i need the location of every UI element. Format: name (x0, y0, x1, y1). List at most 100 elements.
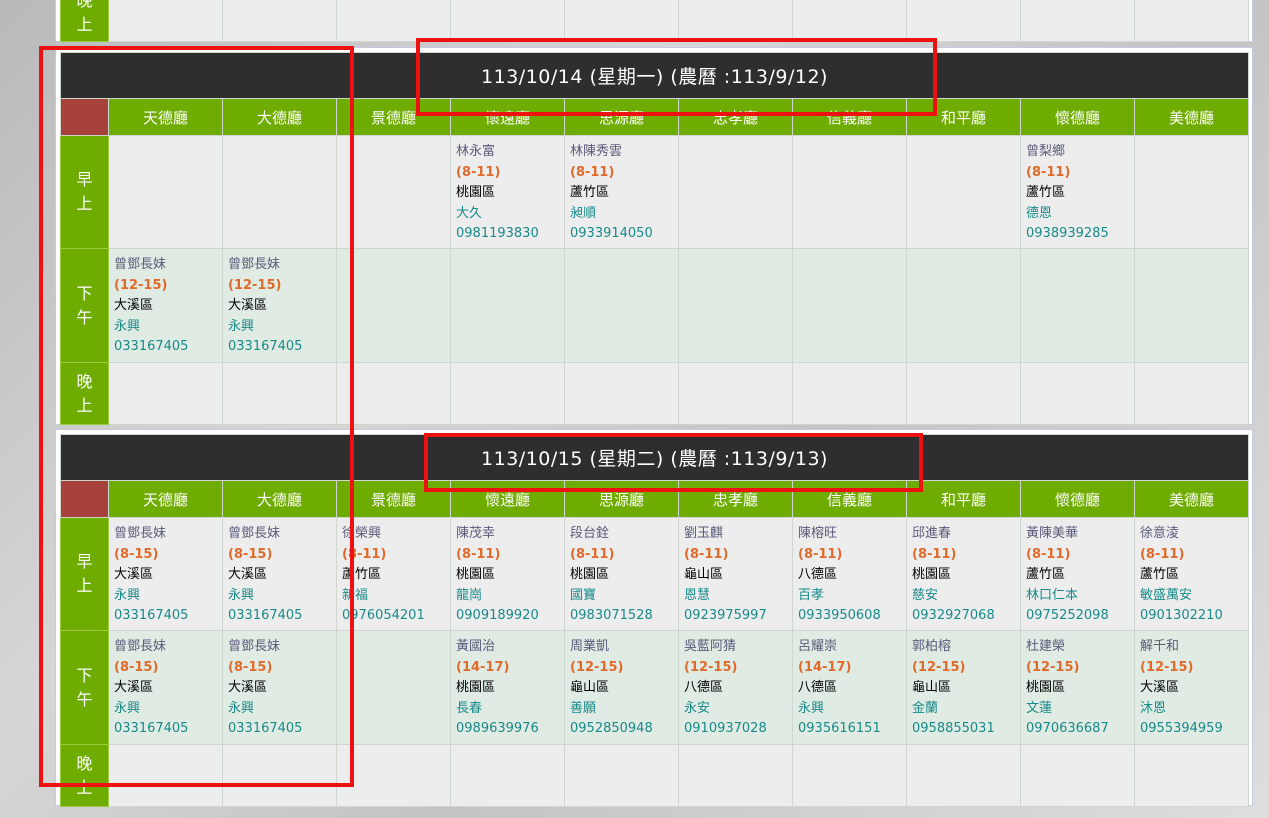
booking-entry[interactable]: 曾鄧長妹 (12-15) 大溪區 永興 033167405 (110, 250, 222, 358)
phone-number: 0933950608 (798, 608, 881, 623)
schedule-cell[interactable]: 段台銓 (8-11) 桃園區 國寶 0983071528 (564, 517, 679, 631)
schedule-cell (108, 744, 223, 807)
schedule-cell[interactable]: 林陳秀雲 (8-11) 蘆竹區 昶順 0933914050 (564, 135, 679, 249)
hall-header-row: 天德廳 大德廳 景德廳 懷遠廳 思源廳 忠孝廳 信義廳 和平廳 懷德廳 美德廳 (60, 480, 1249, 518)
schedule-cell[interactable]: 林永富 (8-11) 桃園區 大久 0981193830 (450, 135, 565, 249)
schedule-cell[interactable]: 黃陳美華 (8-11) 蘆竹區 林口仁本 0975252098 (1020, 517, 1135, 631)
schedule-cell[interactable]: 陳榕旺 (8-11) 八德區 百孝 0933950608 (792, 517, 907, 631)
booking-entry[interactable]: 林陳秀雲 (8-11) 蘆竹區 昶順 0933914050 (566, 137, 678, 245)
district: 桃園區 (1026, 680, 1066, 695)
row-afternoon: 下午曾鄧長妹 (8-15) 大溪區 永興 033167405 曾鄧長妹 (8-15) 大溪區永… (60, 630, 1249, 745)
schedule-cell[interactable]: 徐意淩 (8-11) 蘆竹區 敏盛萬安 0901302210 (1134, 517, 1249, 631)
schedule-cell[interactable]: 劉玉麒 (8-11) 龜山區 恩慧 0923975997 (678, 517, 793, 631)
booking-entry[interactable]: 曾鄧長妹 (8-15) 大溪區 永興 033167405 (110, 632, 222, 740)
booking-entry[interactable]: 曾鄧長妹 (8-15) 大溪區 永興 033167405 (224, 632, 336, 740)
village: 永興 (228, 587, 255, 603)
schedule-cell (222, 744, 337, 807)
period-label-evening: 晚上 (60, 744, 109, 807)
schedule-cell[interactable]: 呂耀崇 (14-17) 八德區 永興 0935616151 (792, 630, 907, 745)
booking-entry[interactable]: 杜建榮 (12-15) 桃園區 文蓮 0970636687 (1022, 632, 1134, 740)
schedule-cell[interactable]: 曾鄧長妹 (12-15) 大溪區 永興 033167405 (222, 248, 337, 363)
deceased-name: 劉玉麒 (684, 526, 724, 541)
hall-header[interactable]: 思源廳 (564, 480, 679, 518)
schedule-cell[interactable]: 曾梨鄉 (8-11) 蘆竹區 德恩 0938939285 (1020, 135, 1135, 249)
hall-header[interactable]: 天德廳 (108, 480, 223, 518)
phone-number: 0958855031 (912, 721, 995, 736)
booking-entry[interactable]: 吳藍阿猜 (12-15) 八德區 永安 0910937028 (680, 632, 792, 740)
hall-header[interactable]: 大德廳 (222, 98, 337, 136)
schedule-cell[interactable]: 解千和 (12-15) 大溪區 沐恩 0955394959 (1134, 630, 1249, 745)
hall-header[interactable]: 美德廳 (1134, 98, 1249, 136)
schedule-cell[interactable]: 曾鄧長妹 (8-15) 大溪區 永興 033167405 (108, 630, 223, 745)
booking-entry[interactable]: 曾鄧長妹 (12-15) 大溪區 永興 033167405 (224, 250, 336, 358)
district: 大溪區 (114, 567, 154, 582)
booking-entry[interactable]: 段台銓 (8-11) 桃園區 國寶 0983071528 (566, 519, 678, 627)
hall-header[interactable]: 天德廳 (108, 98, 223, 136)
booking-entry[interactable]: 黃陳美華 (8-11) 蘆竹區 林口仁本 0975252098 (1022, 519, 1134, 627)
schedule-cell (678, 248, 793, 363)
booking-entry[interactable]: 曾梨鄉 (8-11) 蘆竹區 德恩 0938939285 (1022, 137, 1134, 245)
schedule-cell[interactable]: 曾鄧長妹 (8-15) 大溪區 永興 033167405 (222, 517, 337, 631)
schedule-cell[interactable]: 吳藍阿猜 (12-15) 八德區 永安 0910937028 (678, 630, 793, 745)
district: 蘆竹區 (1140, 567, 1180, 582)
schedule-cell (1020, 0, 1135, 42)
hall-header[interactable]: 和平廳 (906, 480, 1021, 518)
row-afternoon: 下午曾鄧長妹 (12-15) 大溪區 永興 033167405 曾鄧長妹 (12-15) 大溪… (60, 248, 1249, 363)
hall-header[interactable]: 美德廳 (1134, 480, 1249, 518)
hall-header[interactable]: 和平廳 (906, 98, 1021, 136)
period-char: 午 (76, 689, 93, 709)
hall-header[interactable]: 懷德廳 (1020, 98, 1135, 136)
schedule-cell[interactable]: 曾鄧長妹 (8-15) 大溪區 永興 033167405 (108, 517, 223, 631)
previous-day-panel: 晚上 (55, 0, 1253, 42)
booking-entry[interactable]: 曾鄧長妹 (8-15) 大溪區 永興 033167405 (224, 519, 336, 627)
hall-header[interactable]: 景德廳 (336, 480, 451, 518)
booking-entry[interactable]: 黃國治 (14-17) 桃園區 長春 0989639976 (452, 632, 564, 740)
schedule-cell (564, 248, 679, 363)
booking-entry[interactable]: 林永富 (8-11) 桃園區 大久 0981193830 (452, 137, 564, 245)
schedule-cell[interactable]: 曾鄧長妹 (8-15) 大溪區 永興 033167405 (222, 630, 337, 745)
hall-header[interactable]: 懷德廳 (1020, 480, 1135, 518)
period-label-afternoon: 下午 (60, 248, 109, 363)
schedule-cell (1134, 248, 1249, 363)
village: 恩慧 (684, 587, 711, 603)
booking-entry[interactable]: 劉玉麒 (8-11) 龜山區 恩慧 0923975997 (680, 519, 792, 627)
schedule-cell[interactable]: 黃國治 (14-17) 桃園區 長春 0989639976 (450, 630, 565, 745)
hall-header[interactable]: 思源廳 (564, 98, 679, 136)
schedule-cell[interactable]: 郭柏榕 (12-15) 龜山區 金蘭 0958855031 (906, 630, 1021, 745)
hall-header[interactable]: 大德廳 (222, 480, 337, 518)
time-range: (12-15) (684, 659, 738, 675)
schedule-cell[interactable]: 曾鄧長妹 (12-15) 大溪區 永興 033167405 (108, 248, 223, 363)
hall-header[interactable]: 信義廳 (792, 480, 907, 518)
schedule-table-day-2: 113/10/15 (星期二) (農曆 :113/9/13) 天德廳 大德廳 景德廳懷… (60, 434, 1249, 807)
date-header: 113/10/15 (星期二) (農曆 :113/9/13) (60, 434, 1249, 481)
schedule-cell[interactable]: 杜建榮 (12-15) 桃園區 文蓮 0970636687 (1020, 630, 1135, 745)
booking-entry[interactable]: 陳茂幸 (8-11) 桃園區 龍崗 0909189920 (452, 519, 564, 627)
phone-number: 0909189920 (456, 608, 539, 623)
schedule-cell[interactable]: 徐榮興 (8-11) 蘆竹區 新福 0976054201 (336, 517, 451, 631)
booking-entry[interactable]: 郭柏榕 (12-15) 龜山區 金蘭 0958855031 (908, 632, 1020, 740)
hall-header[interactable]: 忠孝廳 (678, 98, 793, 136)
booking-entry[interactable]: 曾鄧長妹 (8-15) 大溪區 永興 033167405 (110, 519, 222, 627)
hall-header[interactable]: 懷遠廳 (450, 98, 565, 136)
hall-header[interactable]: 信義廳 (792, 98, 907, 136)
time-range: (8-11) (570, 164, 615, 180)
booking-entry[interactable]: 徐榮興 (8-11) 蘆竹區 新福 0976054201 (338, 519, 450, 627)
village: 沐恩 (1140, 700, 1167, 716)
booking-entry[interactable]: 解千和 (12-15) 大溪區 沐恩 0955394959 (1136, 632, 1248, 740)
phone-number: 033167405 (228, 721, 303, 736)
phone-number: 0983071528 (570, 608, 653, 623)
schedule-cell[interactable]: 陳茂幸 (8-11) 桃園區 龍崗 0909189920 (450, 517, 565, 631)
booking-entry[interactable]: 呂耀崇 (14-17) 八德區 永興 0935616151 (794, 632, 906, 740)
hall-header[interactable]: 忠孝廳 (678, 480, 793, 518)
booking-entry[interactable]: 邱進春 (8-11) 桃園區 慈安 0932927068 (908, 519, 1020, 627)
schedule-cell[interactable]: 邱進春 (8-11) 桃園區 慈安 0932927068 (906, 517, 1021, 631)
district: 大溪區 (228, 680, 268, 695)
hall-header[interactable]: 懷遠廳 (450, 480, 565, 518)
booking-entry[interactable]: 周業凱 (12-15) 龜山區 善願 0952850948 (566, 632, 678, 740)
booking-entry[interactable]: 陳榕旺 (8-11) 八德區 百孝 0933950608 (794, 519, 906, 627)
booking-entry[interactable]: 徐意淩 (8-11) 蘆竹區 敏盛萬安 0901302210 (1136, 519, 1248, 627)
hall-header[interactable]: 景德廳 (336, 98, 451, 136)
district: 桃園區 (456, 567, 496, 582)
schedule-cell[interactable]: 周業凱 (12-15) 龜山區 善願 0952850948 (564, 630, 679, 745)
period-label-evening: 晚上 (60, 0, 109, 42)
